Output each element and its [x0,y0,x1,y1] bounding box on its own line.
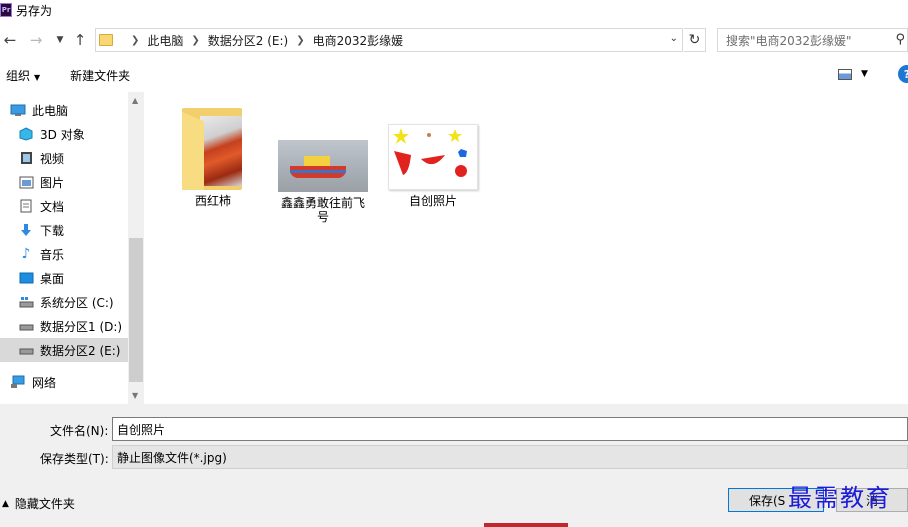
view-mode-icon[interactable] [838,69,852,80]
file-item-folder[interactable]: 西红柿 [163,108,263,208]
back-arrow-icon[interactable]: ← [2,32,18,48]
network-icon [10,375,26,389]
breadcrumb-this-pc[interactable]: 此电脑 [147,32,183,49]
video-icon [18,151,34,165]
chevron-right-icon[interactable]: ❯ [296,35,304,46]
organize-label: 组织 [6,68,31,83]
search-icon[interactable]: ⚲ [895,32,905,47]
command-toolbar: 组织▼ 新建文件夹 ▼ ? [0,60,908,90]
new-folder-button[interactable]: 新建文件夹 [70,67,130,84]
window-title: 另存为 [16,3,53,18]
file-list-pane: 西红柿 鑫鑫勇敢往前飞号 自创照片 [145,92,908,404]
drive-icon [18,295,34,309]
filetype-select[interactable]: 静止图像文件(*.jpg) [112,445,908,469]
address-row: ← → ▼ ↑ ❯ 此电脑 ❯ 数据分区2 (E:) ❯ 电商2032彭缘媛 ⌄… [0,26,908,56]
scrollbar-thumb[interactable] [129,238,143,382]
file-item-image[interactable]: 自创照片 [383,112,483,208]
sidebar-scrollbar[interactable]: ▲ ▼ [128,92,144,404]
watermark-logo: 最需教育 [788,484,892,512]
scroll-up-arrow-icon[interactable]: ▲ [132,96,138,105]
filetype-label: 保存类型(T): [40,452,109,466]
sidebar-item-pictures[interactable]: 图片 [0,170,128,194]
up-arrow-icon[interactable]: ↑ [72,32,88,48]
filename-label: 文件名(N): [50,424,109,438]
organize-menu-button[interactable]: 组织 ▼ [6,67,40,84]
chevron-up-icon: ▲ [2,498,9,509]
scroll-down-arrow-icon[interactable]: ▼ [132,391,138,400]
boat-photo-thumbnail [278,140,368,192]
shapes-image-thumbnail [388,124,478,190]
sidebar-item-network[interactable]: 网络 [0,370,128,394]
music-icon: ♪ [21,246,31,262]
caret-down-icon: ▼ [34,72,41,82]
drive-icon [18,319,34,333]
download-icon [18,223,34,237]
breadcrumb-current-folder[interactable]: 电商2032彭缘媛 [313,32,404,49]
breadcrumb-drive-e[interactable]: 数据分区2 (E:) [208,32,288,49]
cube-icon [18,127,34,141]
help-icon[interactable]: ? [898,65,908,83]
file-label: 鑫鑫勇敢往前飞号 [280,196,365,224]
sidebar-item-downloads[interactable]: 下载 [0,218,128,242]
premiere-app-icon: Pr [0,3,12,17]
filetype-value: 静止图像文件(*.jpg) [117,450,227,465]
search-input[interactable]: 搜索"电商2032彭缘媛" ⚲ [717,28,908,52]
sidebar-item-drive-d[interactable]: 数据分区1 (D:) [0,314,128,338]
title-bar: Pr 另存为 [0,0,908,20]
refresh-icon[interactable]: ↻ [684,28,706,52]
sidebar-item-desktop[interactable]: 桌面 [0,266,128,290]
folder-thumbnail-icon [182,108,244,190]
sidebar-item-videos[interactable]: 视频 [0,146,128,170]
sidebar-item-3d-objects[interactable]: 3D 对象 [0,122,128,146]
search-placeholder: 搜索"电商2032彭缘媛" [726,33,852,48]
forward-arrow-icon[interactable]: → [28,32,44,48]
address-bar[interactable]: ❯ 此电脑 ❯ 数据分区2 (E:) ❯ 电商2032彭缘媛 ⌄ [95,28,683,52]
document-icon [18,199,34,213]
sidebar-item-this-pc[interactable]: 此电脑 [0,98,128,122]
recent-locations-chevron-icon[interactable]: ▼ [52,32,68,48]
caret-down-icon[interactable]: ▼ [861,69,868,79]
sidebar-item-drive-c[interactable]: 系统分区 (C:) [0,290,128,314]
chevron-right-icon[interactable]: ❯ [131,35,139,46]
desktop-icon [18,271,34,285]
chevron-down-icon[interactable]: ⌄ [670,33,678,44]
sidebar-item-music[interactable]: ♪ 音乐 [0,242,128,266]
file-label: 自创照片 [408,194,457,208]
navigation-pane: 此电脑 3D 对象 视频 图片 文档 下载 ♪ 音乐 桌面 系统分区 (C:) … [0,92,128,404]
sidebar-item-drive-e[interactable]: 数据分区2 (E:) [0,338,128,362]
drive-icon [18,343,34,357]
sidebar-item-documents[interactable]: 文档 [0,194,128,218]
file-label: 西红柿 [194,194,231,208]
folder-icon [99,34,113,46]
hide-folders-toggle[interactable]: ▲ 隐藏文件夹 [2,495,75,512]
hide-folders-label: 隐藏文件夹 [14,497,75,511]
taskbar-accent [484,523,568,527]
file-item-image[interactable]: 鑫鑫勇敢往前飞号 [273,122,373,224]
save-form: 文件名(N): 保存类型(T): 静止图像文件(*.jpg) ▲ 隐藏文件夹 保… [0,405,908,527]
chevron-right-icon[interactable]: ❯ [191,35,199,46]
picture-icon [18,175,34,189]
computer-icon [10,103,26,117]
filename-input[interactable] [112,417,908,441]
